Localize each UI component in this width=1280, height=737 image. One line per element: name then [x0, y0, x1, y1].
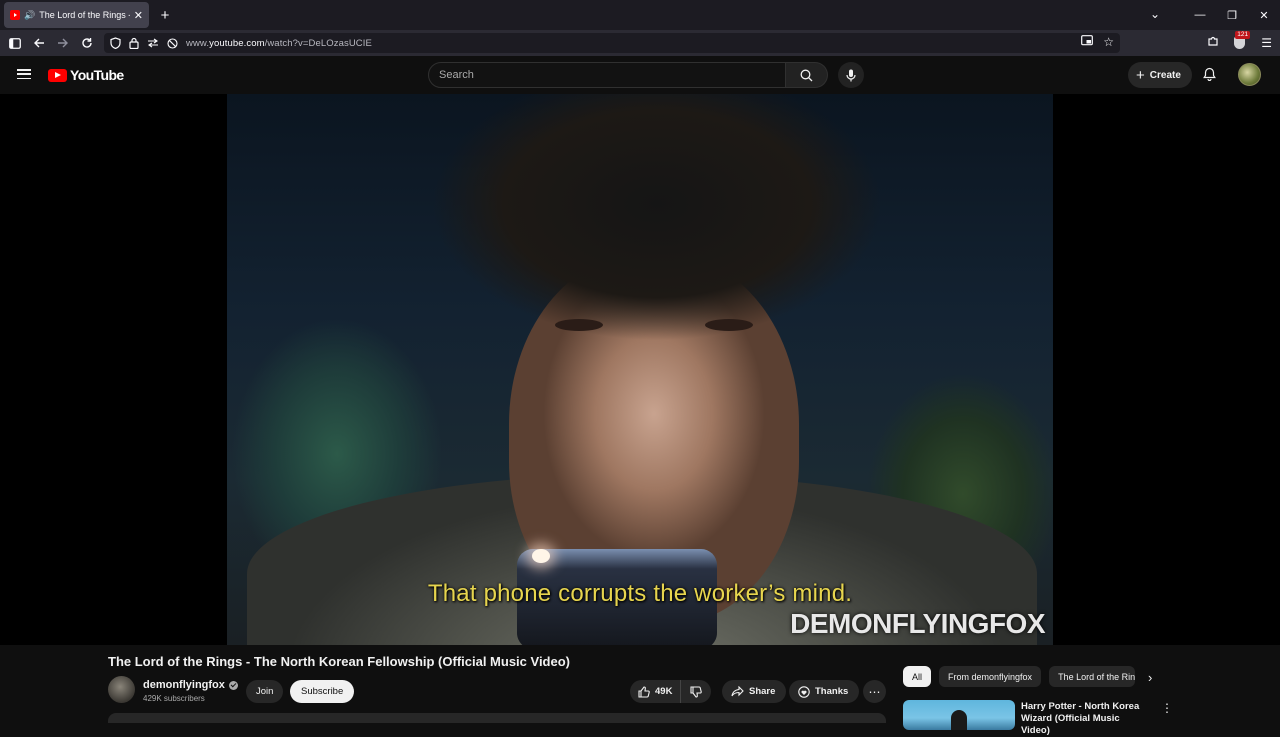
video-player[interactable]: That phone corrupts the worker’s mind. D…: [0, 94, 1280, 645]
permissions-icon[interactable]: [147, 38, 159, 48]
forward-arrow-icon[interactable]: [56, 36, 70, 50]
thanks-button[interactable]: Thanks: [789, 680, 860, 703]
search-icon: [800, 69, 813, 81]
channel-name-text[interactable]: demonflyingfox: [143, 679, 225, 691]
create-label: Create: [1149, 69, 1181, 81]
youtube-header: YouTube + Create: [0, 56, 1280, 94]
thanks-label: Thanks: [815, 686, 849, 697]
url-actions: ☆: [1081, 35, 1114, 49]
thanks-heart-icon: [798, 685, 810, 698]
chip-all[interactable]: All: [903, 666, 932, 687]
video-frame[interactable]: [227, 94, 1053, 645]
channel-name[interactable]: demonflyingfox: [143, 679, 238, 691]
like-dislike-group: 49K: [630, 680, 712, 703]
youtube-favicon-icon: [10, 10, 20, 20]
microphone-icon: [846, 69, 856, 81]
restore-icon[interactable]: ❐: [1216, 9, 1248, 22]
verified-check-icon: [228, 680, 238, 690]
tracking-shield-icon[interactable]: [110, 37, 121, 49]
back-arrow-icon[interactable]: [32, 36, 46, 50]
logo-wordmark: YouTube: [70, 67, 124, 83]
video-subtitle: That phone corrupts the worker’s mind.: [427, 580, 853, 607]
join-button[interactable]: Join: [246, 680, 284, 703]
more-horizontal-icon: ⋯: [868, 684, 881, 699]
search-button[interactable]: [786, 62, 828, 88]
url-text: www.youtube.com/watch?v=DeLOzasUCIE: [186, 37, 372, 49]
more-actions-button[interactable]: ⋯: [863, 680, 886, 703]
sidebar-toggle-icon[interactable]: [8, 36, 22, 50]
filter-chips: All From demonflyingfox The Lord of the …: [903, 666, 1136, 687]
video-watermark: DEMONFLYINGFOX: [790, 608, 1045, 639]
chip-lotr[interactable]: The Lord of the Rings: [1049, 666, 1136, 687]
share-label: Share: [749, 686, 776, 697]
like-count: 49K: [655, 686, 673, 697]
tab-title: The Lord of the Rings - The North Korean…: [39, 10, 130, 20]
search-box: [428, 62, 828, 88]
bookmark-star-icon[interactable]: ☆: [1103, 35, 1114, 49]
toolbar-right: 121 ☰: [1207, 30, 1272, 50]
youtube-logo[interactable]: YouTube: [48, 67, 124, 83]
chevron-down-icon[interactable]: ⌄: [1150, 7, 1160, 21]
subscriber-count: 429K subscribers: [143, 694, 205, 703]
channel-avatar[interactable]: [108, 676, 135, 703]
ublock-extension-icon[interactable]: 121: [1233, 30, 1251, 50]
chip-from-channel[interactable]: From demonflyingfox: [939, 666, 1042, 687]
subscribe-button[interactable]: Subscribe: [290, 680, 355, 703]
like-button[interactable]: 49K: [630, 680, 682, 703]
thumbs-down-icon: [690, 685, 703, 698]
browser-tab[interactable]: 🔊 The Lord of the Rings - The North Kore…: [4, 2, 149, 28]
autoplay-blocked-icon[interactable]: [167, 37, 178, 49]
chevron-right-icon[interactable]: ›: [1148, 670, 1152, 685]
reload-icon[interactable]: [80, 36, 94, 50]
voice-search-button[interactable]: [838, 62, 864, 88]
create-button[interactable]: + Create: [1128, 62, 1192, 88]
close-window-icon[interactable]: ✕: [1248, 9, 1280, 22]
plus-icon: +: [1136, 66, 1145, 84]
speaker-icon[interactable]: 🔊: [24, 10, 35, 21]
account-avatar[interactable]: [1238, 63, 1261, 86]
extension-badge-count: 121: [1235, 30, 1251, 39]
guide-menu-icon[interactable]: [17, 69, 31, 79]
minimize-icon[interactable]: —: [1184, 9, 1216, 21]
close-tab-icon[interactable]: ✕: [134, 9, 143, 22]
video-title: The Lord of the Rings - The North Korean…: [108, 654, 571, 669]
more-vertical-icon[interactable]: ⋮: [1161, 701, 1173, 715]
youtube-play-logo-icon: [48, 68, 67, 82]
window-controls: — ❐ ✕: [1184, 0, 1280, 30]
browser-tab-bar: 🔊 The Lord of the Rings - The North Kore…: [0, 0, 1280, 30]
description-box[interactable]: [108, 713, 886, 723]
picture-in-picture-icon[interactable]: [1081, 35, 1094, 49]
recommendation-thumbnail[interactable]: [903, 700, 1015, 730]
thumbs-up-icon: [638, 685, 650, 698]
browser-nav-bar: www.youtube.com/watch?v=DeLOzasUCIE ☆ 12…: [0, 30, 1280, 56]
share-button[interactable]: Share: [722, 680, 787, 703]
address-bar[interactable]: www.youtube.com/watch?v=DeLOzasUCIE ☆: [104, 33, 1120, 53]
notifications-bell-icon[interactable]: [1203, 67, 1216, 86]
search-input[interactable]: [428, 62, 786, 88]
lock-icon[interactable]: [129, 37, 139, 49]
new-tab-button[interactable]: +: [157, 7, 173, 24]
recommendation-title[interactable]: Harry Potter - North Korea Wizard (Offic…: [1021, 701, 1151, 737]
extensions-puzzle-icon[interactable]: [1207, 35, 1219, 50]
menu-hamburger-icon[interactable]: ☰: [1261, 36, 1272, 50]
dislike-button[interactable]: [681, 680, 711, 703]
share-arrow-icon: [731, 686, 744, 697]
